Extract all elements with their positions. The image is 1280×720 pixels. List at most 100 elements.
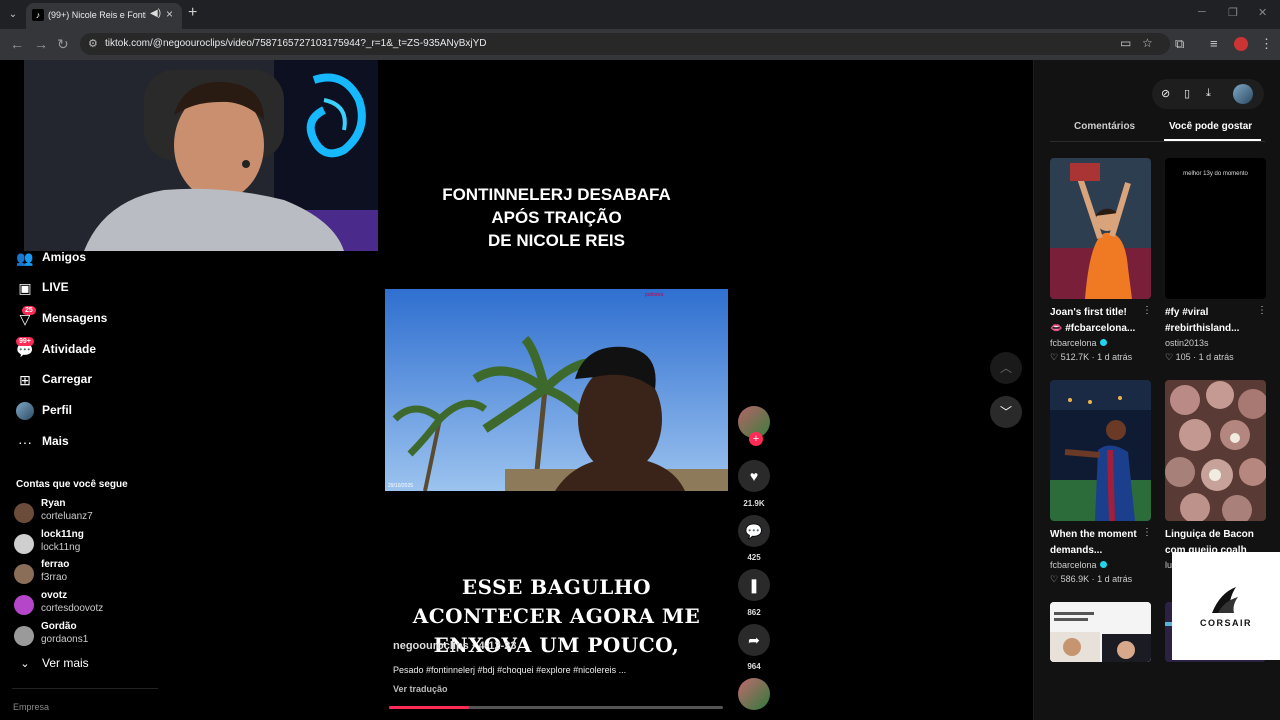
video-thumbnail[interactable] — [1050, 602, 1151, 662]
card-author[interactable]: lu — [1165, 560, 1172, 570]
save-count: 862 — [747, 608, 761, 617]
extensions-icon[interactable]: ⧉ — [1175, 36, 1184, 52]
tab-search-chevron-icon[interactable]: ⌄ — [4, 6, 22, 24]
url-text[interactable]: tiktok.com/@negoouroclips/video/75871657… — [105, 38, 487, 49]
account-name: Ryan — [41, 498, 66, 509]
browser-menu-icon[interactable]: ⋮ — [1260, 36, 1273, 52]
like-count: ♡ 512.7K — [1050, 352, 1090, 362]
following-account[interactable]: ovotz cortesdoovotz — [14, 590, 154, 618]
like-button[interactable]: ♥ — [738, 460, 770, 492]
video-thumbnail[interactable] — [1050, 380, 1151, 521]
user-avatar[interactable] — [1233, 84, 1253, 104]
cast-icon[interactable]: ▭ — [1120, 36, 1131, 50]
forward-icon[interactable]: → — [34, 36, 48, 52]
following-account[interactable]: Ryan corteluanz7 — [14, 498, 154, 526]
video-author[interactable]: negoouroclips · 4-12-23 — [393, 640, 516, 652]
live-icon: ▣ — [18, 280, 32, 296]
tab-close-icon[interactable]: × — [166, 7, 173, 21]
download-icon[interactable]: ⤓ — [1206, 87, 1211, 100]
browser-profile-avatar[interactable] — [1234, 37, 1248, 51]
site-info-icon[interactable]: ⚙ — [88, 37, 98, 50]
next-video-button[interactable]: ﹀ — [990, 396, 1022, 428]
account-name: Gordão — [41, 621, 77, 632]
card-author[interactable]: ostin2013s — [1165, 338, 1209, 348]
card-title: Joan's first title! 👄 #fcbarcelona... — [1050, 305, 1142, 337]
back-icon[interactable]: ← — [10, 36, 24, 52]
address-bar[interactable]: ⚙ tiktok.com/@negoouroclips/video/758716… — [80, 33, 1170, 55]
more-options-icon[interactable]: ⋮ — [1142, 305, 1152, 316]
tiktok-page: 👥 Amigos ▣ LIVE ▽ 25 Mensagens 💬 99+ Ati… — [0, 60, 1280, 720]
window-close-button[interactable]: ✕ — [1258, 6, 1267, 19]
following-heading: Contas que você segue — [16, 479, 128, 490]
avatar — [14, 534, 34, 554]
avatar — [14, 595, 34, 615]
video-player[interactable]: FONTINNELERJ DESABAFA APÓS TRAIÇÃO DE NI… — [385, 60, 728, 712]
tab-comments[interactable]: Comentários — [1074, 121, 1135, 132]
bookmark-star-icon[interactable]: ☆ — [1142, 36, 1153, 50]
sidebar-item-more[interactable]: ··· Mais — [16, 431, 156, 453]
card-stats: ♡ 586.9K · 1 d atrás — [1050, 574, 1133, 584]
sidebar-item-upload[interactable]: ⊞ Carregar — [16, 369, 156, 391]
music-disc-avatar[interactable] — [738, 678, 770, 710]
video-clip: pattoreu 29/10/2025 — [385, 289, 728, 491]
video-thumbnail[interactable] — [1050, 158, 1151, 299]
more-options-icon[interactable]: ⋮ — [1142, 527, 1152, 538]
footer-link-company[interactable]: Empresa — [13, 702, 49, 712]
chevron-down-icon: ⌄ — [20, 658, 30, 670]
account-handle: lock11ng — [41, 542, 81, 553]
chevron-up-icon: ︿ — [999, 361, 1012, 375]
sidebar-item-profile[interactable]: ● Perfil — [16, 400, 156, 422]
following-account[interactable]: ferrao f3rrao — [14, 559, 154, 587]
sidebar-item-messages[interactable]: ▽ 25 Mensagens — [16, 306, 156, 330]
previous-video-button[interactable]: ︿ — [990, 352, 1022, 384]
sidebar-item-activity[interactable]: 💬 99+ Atividade — [16, 337, 156, 361]
new-tab-button[interactable]: + — [188, 4, 197, 22]
more-options-icon[interactable]: ⋮ — [1257, 305, 1267, 316]
comment-count: 425 — [747, 553, 761, 562]
card-author[interactable]: fcbarcelona — [1050, 560, 1107, 570]
comment-button[interactable]: 💬 — [738, 515, 770, 547]
following-account[interactable]: Gordão gordaons1 — [14, 621, 154, 649]
card-author[interactable]: fcbarcelona — [1050, 338, 1107, 348]
video-progress-bar[interactable] — [389, 706, 723, 709]
more-dots-icon: ··· — [18, 434, 32, 450]
see-more-button[interactable]: ⌄ Ver mais — [16, 653, 156, 675]
sidebar-item-label: Amigos — [42, 250, 87, 264]
media-control-icon[interactable]: ≡ — [1210, 36, 1218, 51]
browser-tab-bar: ⌄ ♪ (99+) Nicole Reis e Fontinnelerj ◀) … — [0, 0, 1280, 29]
card-title-line: Linguiça de Bacon — [1165, 529, 1254, 540]
creator-avatar[interactable]: + — [738, 406, 770, 446]
browser-toolbar: ← → ↻ ⚙ tiktok.com/@negoouroclips/video/… — [0, 29, 1280, 60]
author-name: lu — [1165, 560, 1173, 570]
share-button[interactable]: ➦ — [738, 624, 770, 656]
maximize-button[interactable]: ❐ — [1228, 6, 1238, 19]
minimize-button[interactable]: ─ — [1198, 6, 1206, 18]
heart-icon: ♥ — [749, 468, 759, 484]
video-thumbnail[interactable] — [1165, 380, 1266, 521]
tab-suggestions[interactable]: Você pode gostar — [1169, 121, 1252, 132]
browser-tab[interactable]: ♪ (99+) Nicole Reis e Fontinnelerj ◀) × — [26, 3, 182, 29]
video-thumbnail[interactable]: melhor 13y do momento — [1165, 158, 1266, 299]
right-toolbar: ⊘ ▯ ⤓ — [1152, 79, 1264, 109]
card-stats: ♡ 512.7K · 1 d atrás — [1050, 352, 1133, 362]
phone-icon[interactable]: ▯ — [1184, 87, 1190, 100]
headline-line: DE NICOLE REIS — [488, 231, 625, 250]
bookmark-icon: ❚ — [748, 577, 760, 593]
follow-plus-icon[interactable]: + — [749, 432, 763, 446]
reload-icon[interactable]: ↻ — [57, 36, 69, 53]
webcam-overlay — [24, 60, 378, 251]
share-icon: ➦ — [748, 632, 760, 648]
avatar — [14, 564, 34, 584]
messages-badge: 25 — [22, 306, 36, 315]
headline-line: APÓS TRAIÇÃO — [491, 208, 622, 227]
compass-icon[interactable]: ⊘ — [1161, 87, 1170, 100]
sidebar-item-live[interactable]: ▣ LIVE — [16, 277, 156, 299]
speaker-icon[interactable]: ◀) — [150, 8, 161, 19]
profile-avatar-icon: ● — [16, 402, 34, 420]
account-name: ovotz — [41, 590, 68, 601]
author-name: fcbarcelona — [1050, 560, 1097, 570]
following-account[interactable]: lock11ng lock11ng — [14, 529, 154, 557]
save-button[interactable]: ❚ — [738, 569, 770, 601]
translate-link[interactable]: Ver tradução — [393, 684, 448, 694]
account-name: lock11ng — [41, 529, 84, 540]
